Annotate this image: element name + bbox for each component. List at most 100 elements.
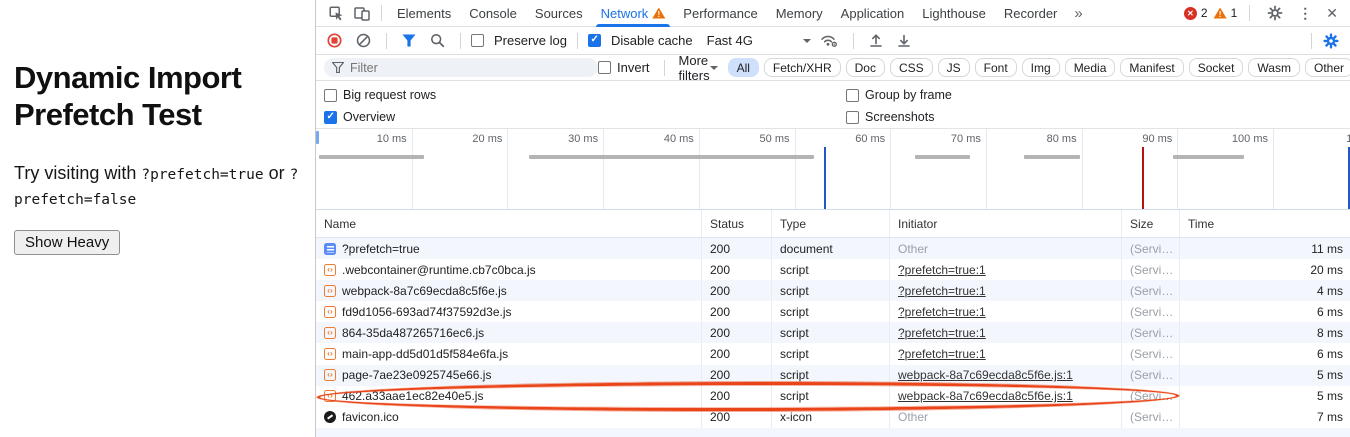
column-header-type[interactable]: Type bbox=[771, 210, 889, 237]
tab-application[interactable]: Application bbox=[832, 0, 914, 27]
throttling-dropdown[interactable]: Fast 4G bbox=[707, 33, 811, 48]
chip-manifest[interactable]: Manifest bbox=[1120, 58, 1183, 77]
invert-checkbox[interactable] bbox=[598, 61, 611, 74]
table-row[interactable]: ?prefetch=true200documentOther(Servi…11 … bbox=[316, 238, 1350, 259]
favicon-file-icon bbox=[324, 411, 336, 423]
invert-label: Invert bbox=[617, 60, 650, 75]
warning-count[interactable]: 1 bbox=[1231, 6, 1238, 20]
overview-checkbox[interactable] bbox=[324, 111, 337, 124]
cell-name: ‹›462.a33aae1ec82e40e5.js bbox=[316, 386, 701, 407]
chip-fetchxhr[interactable]: Fetch/XHR bbox=[764, 58, 841, 77]
close-devtools-icon[interactable]: ✕ bbox=[1322, 5, 1342, 22]
chip-wasm[interactable]: Wasm bbox=[1248, 58, 1300, 77]
cell-name: ?prefetch=true bbox=[316, 238, 701, 259]
timeline-gridline bbox=[1177, 129, 1178, 209]
table-row[interactable]: favicon.ico200x-iconOther(Servi…7 ms bbox=[316, 407, 1350, 428]
table-row-circled[interactable]: ‹›462.a33aae1ec82e40e5.js200scriptwebpac… bbox=[316, 386, 1350, 407]
filter-funnel-icon[interactable] bbox=[397, 34, 421, 47]
column-header-initiator[interactable]: Initiator bbox=[889, 210, 1121, 237]
chip-js[interactable]: JS bbox=[938, 58, 970, 77]
network-tab-warning-icon: ! bbox=[652, 8, 665, 19]
initiator-link[interactable]: ?prefetch=true:1 bbox=[898, 284, 986, 298]
show-heavy-button[interactable]: Show Heavy bbox=[14, 230, 120, 255]
record-network-log-icon[interactable] bbox=[322, 33, 347, 48]
tab-recorder[interactable]: Recorder bbox=[995, 0, 1066, 27]
cell-size: (Servi… bbox=[1121, 386, 1179, 407]
tab-elements[interactable]: Elements bbox=[388, 0, 460, 27]
disable-cache-checkbox[interactable] bbox=[588, 34, 601, 47]
clear-network-log-icon[interactable] bbox=[351, 33, 376, 48]
network-toolbar: Preserve log Disable cache Fast 4G bbox=[316, 27, 1350, 55]
cell-type: script bbox=[771, 301, 889, 322]
initiator-text: Other bbox=[898, 410, 928, 424]
group-by-frame-label: Group by frame bbox=[865, 88, 952, 102]
tab-console[interactable]: Console bbox=[460, 0, 526, 27]
initiator-link[interactable]: ?prefetch=true:1 bbox=[898, 305, 986, 319]
filter-input-box[interactable] bbox=[324, 58, 598, 77]
kebab-menu-icon[interactable]: ⋮ bbox=[1294, 5, 1316, 22]
filter-input[interactable] bbox=[350, 61, 590, 75]
table-row[interactable]: ‹›main-app-dd5d01d5f584e6fa.js200script?… bbox=[316, 343, 1350, 364]
table-row[interactable]: ‹›webpack-8a7c69ecda8c5f6e.js200script?p… bbox=[316, 280, 1350, 301]
import-har-icon[interactable] bbox=[864, 33, 888, 48]
divider bbox=[460, 33, 461, 49]
page-title: Dynamic Import Prefetch Test bbox=[14, 60, 301, 133]
chip-img[interactable]: Img bbox=[1022, 58, 1060, 77]
inspect-element-icon[interactable] bbox=[324, 6, 349, 21]
chip-css[interactable]: CSS bbox=[890, 58, 933, 77]
network-overview-timeline[interactable]: 10 ms20 ms30 ms40 ms50 ms60 ms70 ms80 ms… bbox=[316, 129, 1350, 210]
table-row[interactable]: ‹›.webcontainer@runtime.cb7c0bca.js200sc… bbox=[316, 259, 1350, 280]
chip-socket[interactable]: Socket bbox=[1189, 58, 1244, 77]
cell-time: 8 ms bbox=[1179, 322, 1350, 343]
column-header-name[interactable]: Name bbox=[316, 210, 701, 237]
cell-size: (Servi… bbox=[1121, 365, 1179, 386]
timeline-gridline bbox=[507, 129, 508, 209]
divider bbox=[1249, 5, 1250, 21]
initiator-link[interactable]: webpack-8a7c69ecda8c5f6e.js:1 bbox=[898, 389, 1073, 403]
more-filters-dropdown[interactable]: More filters bbox=[679, 53, 718, 83]
cell-type: script bbox=[771, 280, 889, 301]
initiator-link[interactable]: ?prefetch=true:1 bbox=[898, 263, 986, 277]
chip-doc[interactable]: Doc bbox=[846, 58, 885, 77]
search-icon[interactable] bbox=[425, 33, 450, 48]
cell-size: (Servi… bbox=[1121, 407, 1179, 428]
column-header-size[interactable]: Size bbox=[1121, 210, 1179, 237]
script-file-icon: ‹› bbox=[324, 306, 336, 318]
network-settings-gear-icon[interactable] bbox=[1318, 33, 1344, 49]
table-row[interactable]: ‹›fd9d1056-693ad74f37592d3e.js200script?… bbox=[316, 301, 1350, 322]
overview-request-bar bbox=[1173, 155, 1244, 159]
chip-other[interactable]: Other bbox=[1305, 58, 1350, 77]
overview-left-handle[interactable] bbox=[316, 131, 319, 144]
screenshots-checkbox[interactable] bbox=[846, 111, 859, 124]
console-error-icon[interactable]: ✕ bbox=[1184, 7, 1197, 20]
tab-performance[interactable]: Performance bbox=[674, 0, 766, 27]
settings-gear-icon[interactable] bbox=[1262, 5, 1288, 21]
column-header-status[interactable]: Status bbox=[701, 210, 771, 237]
error-count[interactable]: 2 bbox=[1201, 6, 1208, 20]
chip-media[interactable]: Media bbox=[1065, 58, 1116, 77]
export-har-icon[interactable] bbox=[892, 33, 916, 48]
more-tabs-button[interactable]: » bbox=[1066, 5, 1090, 22]
group-by-frame-checkbox[interactable] bbox=[846, 89, 859, 102]
tab-lighthouse[interactable]: Lighthouse bbox=[913, 0, 995, 27]
device-toolbar-icon[interactable] bbox=[349, 6, 375, 21]
table-row[interactable]: ‹›page-7ae23e0925745e66.js200scriptwebpa… bbox=[316, 365, 1350, 386]
big-request-rows-checkbox[interactable] bbox=[324, 89, 337, 102]
console-warning-icon[interactable]: ! bbox=[1214, 8, 1227, 19]
preserve-log-checkbox[interactable] bbox=[471, 34, 484, 47]
initiator-link[interactable]: webpack-8a7c69ecda8c5f6e.js:1 bbox=[898, 368, 1073, 382]
tab-network[interactable]: Network! bbox=[592, 0, 675, 27]
column-header-time[interactable]: Time bbox=[1179, 210, 1350, 237]
network-conditions-icon[interactable] bbox=[815, 33, 843, 48]
cell-time: 7 ms bbox=[1179, 407, 1350, 428]
chip-all[interactable]: All bbox=[728, 58, 759, 77]
tab-memory[interactable]: Memory bbox=[767, 0, 832, 27]
filter-funnel-small-icon bbox=[332, 62, 344, 73]
table-row[interactable]: ‹›864-35da487265716ec6.js200script?prefe… bbox=[316, 322, 1350, 343]
cell-name: ‹›main-app-dd5d01d5f584e6fa.js bbox=[316, 343, 701, 364]
initiator-link[interactable]: ?prefetch=true:1 bbox=[898, 326, 986, 340]
chip-font[interactable]: Font bbox=[975, 58, 1017, 77]
initiator-link[interactable]: ?prefetch=true:1 bbox=[898, 347, 986, 361]
tab-sources[interactable]: Sources bbox=[526, 0, 592, 27]
cell-name: ‹›webpack-8a7c69ecda8c5f6e.js bbox=[316, 280, 701, 301]
